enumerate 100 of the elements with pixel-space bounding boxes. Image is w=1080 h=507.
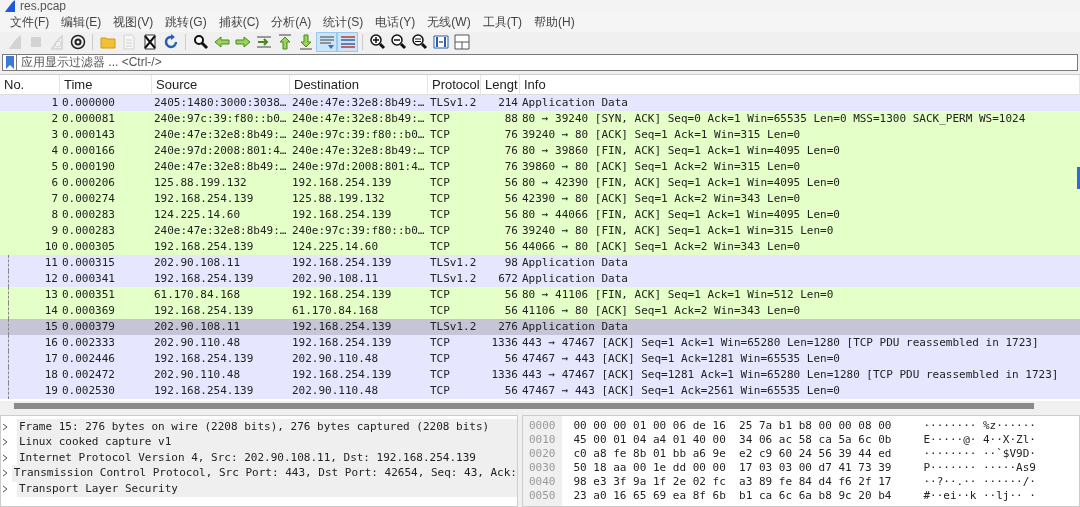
menu-item[interactable]: 工具(T)	[476, 12, 528, 31]
table-cell: 202.90.108.11	[292, 271, 379, 285]
zoom-out-icon	[390, 33, 407, 50]
menu-item[interactable]: 编辑(E)	[55, 12, 108, 31]
table-cell: 0.000143	[62, 127, 115, 141]
table-cell: 80 → 39240 [SYN, ACK] Seq=0 Ack=1 Win=65535 Len=0 MSS=1300 SACK_PERM WS=1024	[522, 111, 1026, 125]
table-cell-text: 16	[44, 334, 58, 351]
autoscroll-button[interactable]	[316, 31, 337, 52]
table-cell: 240e:97d:2008:801:4…	[154, 143, 287, 157]
table-cell: 76	[504, 143, 518, 157]
table-cell: TLSv1.2	[430, 319, 477, 333]
ascii-bytes[interactable]: ········ %z······	[923, 419, 1036, 433]
table-cell: 42390 → 80 [ACK] Seq=1 Ack=2 Win=343 Len=0	[522, 191, 801, 205]
table-cell-text: 19	[44, 382, 58, 399]
table-cell: Application Data	[522, 95, 628, 109]
table-cell: 44066 → 80 [ACK] Seq=1 Ack=2 Win=343 Len=0	[522, 239, 801, 253]
ascii-bytes[interactable]: P······· ·····As9	[923, 461, 1036, 475]
menu-item[interactable]: 分析(A)	[265, 12, 318, 31]
menu-item[interactable]: 视图(V)	[107, 12, 160, 31]
table-cell: 61.170.84.168	[292, 303, 379, 317]
table-cell-text: 11	[44, 254, 58, 271]
table-cell: 0.000000	[62, 95, 115, 109]
table-cell: 125.88.199.132	[154, 175, 247, 189]
table-cell: 0.000369	[62, 303, 115, 317]
menu-item[interactable]: 捕获(C)	[212, 12, 266, 31]
table-cell: 202.90.110.48	[154, 335, 241, 349]
resize-columns-icon	[432, 33, 449, 50]
byte-offset: 0040	[529, 475, 556, 489]
table-cell: 0.000379	[62, 319, 115, 333]
column-header[interactable]: Destination	[290, 74, 428, 94]
table-cell: 56	[504, 383, 518, 397]
hex-bytes[interactable]: 23 a0 16 65 69 ea 8f 6b b1 ca 6c 6a b8 9c 20 b4	[573, 489, 892, 503]
table-cell: 2405:1480:3000:3038…	[154, 95, 287, 109]
jump-icon	[255, 33, 272, 50]
table-cell: TCP	[430, 287, 450, 301]
filter-field[interactable]: 应用显示过滤器 ... <Ctrl-/>	[16, 53, 1078, 71]
table-cell: 1336	[491, 367, 518, 381]
zoom-out-button[interactable]	[388, 31, 409, 52]
table-cell-text: 10	[44, 238, 58, 255]
menu-item[interactable]: 电话(Y)	[369, 12, 422, 31]
table-cell-text: 5	[51, 158, 58, 175]
left-arrow-icon	[213, 33, 230, 50]
table-cell: TLSv1.2	[430, 255, 477, 269]
ascii-bytes[interactable]: ········ ··`$V9D·	[923, 447, 1036, 461]
shark-fin-icon	[6, 33, 23, 50]
table-cell: 192.168.254.139	[154, 239, 254, 253]
column-header[interactable]: Protocol	[428, 74, 481, 94]
table-cell: 125.88.199.132	[292, 191, 385, 205]
menu-item[interactable]: 无线(W)	[421, 12, 477, 31]
table-cell: 192.168.254.139	[292, 319, 392, 333]
table-cell-text: 12	[44, 270, 58, 287]
menu-item[interactable]: 统计(S)	[317, 12, 370, 31]
bookmark-button[interactable]	[2, 53, 16, 71]
table-cell: 0.000315	[62, 255, 115, 269]
shark-fin-icon	[4, 0, 16, 12]
menu-item[interactable]: 跳转(G)	[159, 12, 213, 31]
hex-bytes[interactable]: 00 00 00 01 00 06 de 16 25 7a b1 b8 00 00 08 00	[573, 419, 892, 433]
table-cell: 56	[504, 207, 518, 221]
table-cell: 0.002472	[62, 367, 115, 381]
menu-item[interactable]: 文件(F)	[4, 12, 56, 31]
zoom-in-button[interactable]	[367, 31, 388, 52]
ascii-bytes[interactable]: #··ei··k ··lj·· ·	[923, 489, 1036, 503]
table-cell: 80 → 39860 [FIN, ACK] Seq=1 Ack=1 Win=4095 Len=0	[522, 143, 840, 157]
table-cell: TLSv1.2	[430, 95, 477, 109]
table-cell: 0.002333	[62, 335, 115, 349]
byte-offset: 0000	[529, 419, 556, 433]
right-arrow-icon	[234, 33, 251, 50]
byte-offset: 0020	[529, 447, 556, 461]
table-cell: 192.168.254.139	[292, 255, 392, 269]
hex-bytes[interactable]: 50 18 aa 00 1e dd 00 00 17 03 03 00 d7 41 73 39	[573, 461, 892, 475]
table-cell: 192.168.254.139	[292, 367, 392, 381]
table-cell: 88	[504, 111, 518, 125]
table-cell: 56	[504, 239, 518, 253]
hex-bytes[interactable]: 98 e3 3f 9a 1f 2e 02 fc a3 89 fe 84 d4 f6 2f 17	[573, 475, 892, 489]
column-header[interactable]: Time	[60, 74, 152, 94]
colored-lines-button[interactable]	[337, 31, 358, 52]
table-cell: 240e:97c:39:f80::b0…	[292, 127, 425, 141]
column-header[interactable]: Lengt	[481, 74, 520, 94]
tree-item[interactable]: Linux cooked capture v1	[17, 434, 517, 451]
column-header[interactable]: Info	[520, 74, 1080, 94]
tree-item[interactable]: Transmission Control Protocol, Src Port: 443, Dst Port: 42654, Seq: 43, Ack:	[11, 465, 517, 482]
zoom-reset-button[interactable]	[409, 31, 430, 52]
ascii-bytes[interactable]: E·····@· 4··X·Zl·	[923, 433, 1036, 447]
table-cell: 56	[504, 287, 518, 301]
hex-bytes[interactable]: c0 a8 fe 8b 01 bb a6 9e e2 c9 60 24 56 39 44 ed	[573, 447, 892, 461]
layout-button[interactable]	[451, 31, 472, 52]
column-header[interactable]: No.	[0, 74, 60, 94]
menu-item[interactable]: 帮助(H)	[528, 12, 581, 31]
table-cell-text: 1	[51, 94, 58, 111]
ascii-bytes[interactable]: ··?··.·· ······/·	[923, 475, 1036, 489]
table-cell: 0.000351	[62, 287, 115, 301]
hex-bytes[interactable]: 45 00 01 04 a4 01 40 00 34 06 ac 58 ca 5a 6c 0b	[573, 433, 892, 447]
table-cell: 56	[504, 351, 518, 365]
table-cell: TCP	[430, 239, 450, 253]
horizontal-scrollbar[interactable]	[0, 401, 1080, 411]
table-cell: 124.225.14.60	[292, 239, 379, 253]
column-header[interactable]: Source	[152, 74, 290, 94]
table-cell: 192.168.254.139	[292, 335, 392, 349]
table-cell: 0.000206	[62, 175, 115, 189]
table-cell: 0.002446	[62, 351, 115, 365]
